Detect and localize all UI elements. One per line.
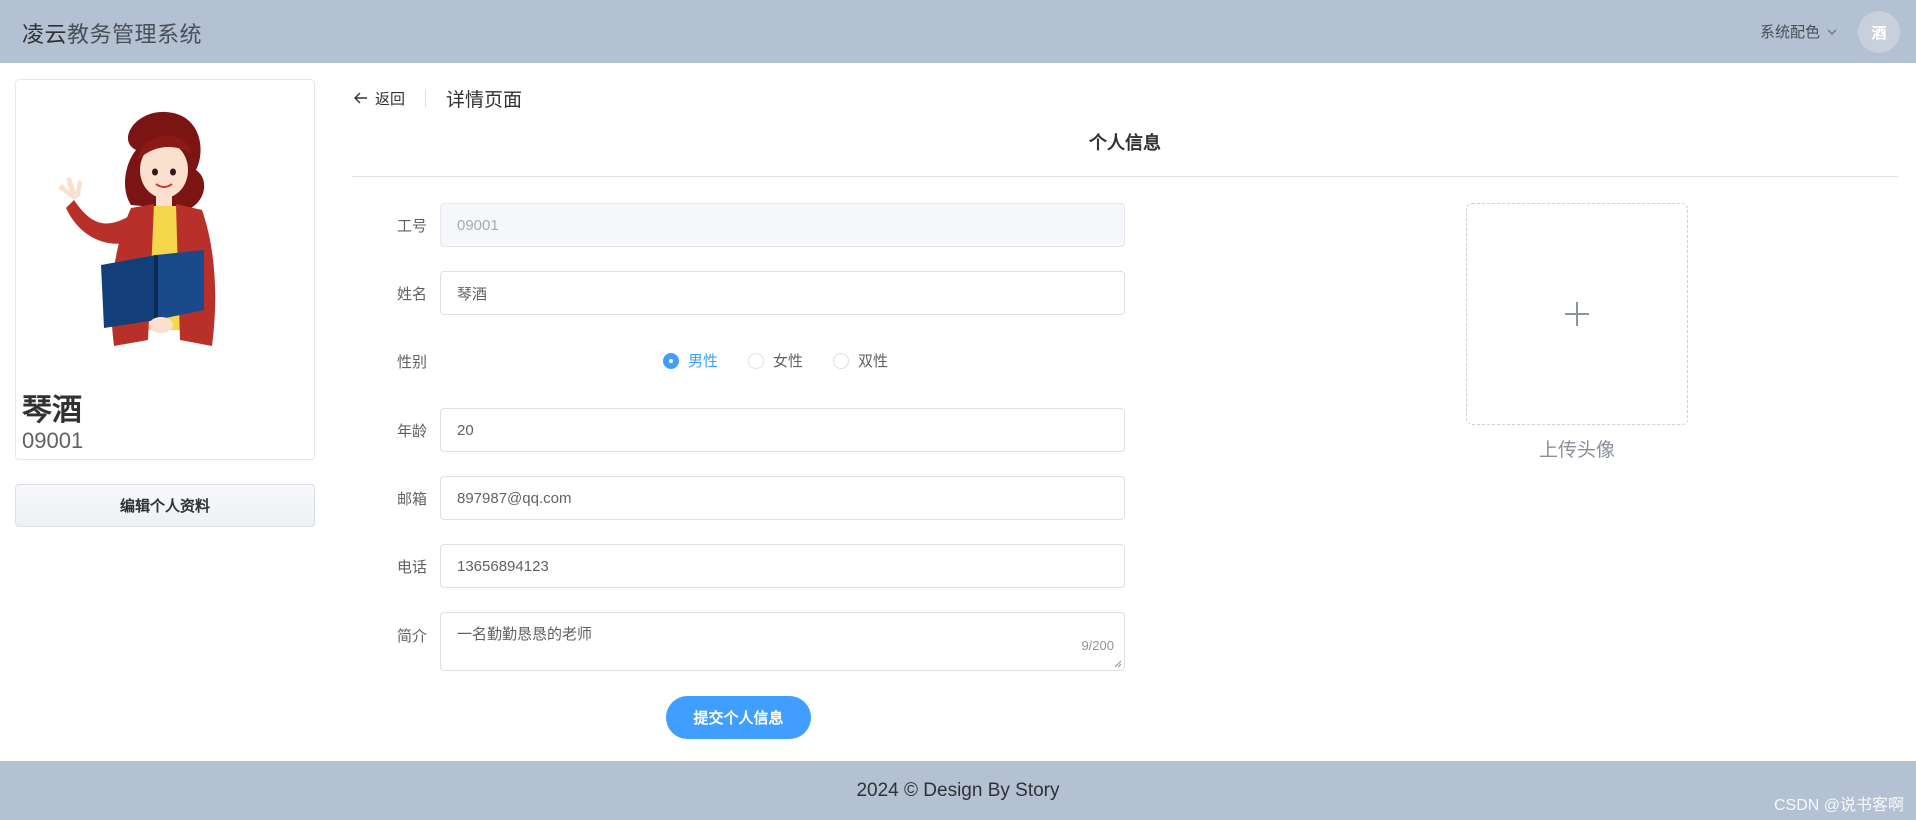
logo-rest: 教务管理系统: [67, 22, 203, 47]
theme-menu-label: 系统配色: [1759, 24, 1820, 41]
radio-dot: [748, 352, 765, 369]
phone-input[interactable]: 13656894123: [440, 544, 1125, 588]
header-divider: [425, 89, 427, 107]
bio-text: 一名勤勤恳恳的老师: [457, 626, 593, 643]
chevron-down-icon: [1827, 29, 1837, 35]
work-id-label: 工号: [396, 218, 427, 235]
arrow-left-icon: [354, 92, 367, 104]
bio-label: 简介: [396, 628, 427, 645]
footer-text: 2024 © Design By Story: [856, 779, 1060, 801]
age-label: 年龄: [396, 423, 427, 440]
resize-handle-icon[interactable]: [1114, 660, 1122, 668]
bio-textarea[interactable]: 一名勤勤恳恳的老师 9/200: [440, 612, 1125, 671]
work-id-input[interactable]: 09001: [440, 203, 1125, 247]
name-label: 姓名: [396, 286, 427, 303]
age-input[interactable]: 20: [440, 408, 1125, 452]
gender-option-label: 女性: [773, 353, 804, 370]
gender-option-label: 男性: [688, 353, 719, 370]
gender-radio-male[interactable]: 男性: [663, 350, 718, 371]
back-label: 返回: [375, 90, 406, 108]
gender-label: 性别: [396, 354, 427, 371]
back-button[interactable]: 返回: [353, 88, 405, 109]
name-input[interactable]: 琴酒: [440, 271, 1125, 315]
profile-id: 09001: [22, 428, 84, 453]
csdn-watermark: CSDN @说书客啊: [1773, 797, 1904, 814]
gender-radio-both[interactable]: 双性: [833, 350, 888, 371]
edit-profile-button[interactable]: 编辑个人资料: [15, 484, 315, 527]
section-title: 个人信息: [1089, 133, 1161, 153]
theme-color-dropdown[interactable]: 系统配色: [1760, 21, 1838, 42]
logo-prefix: 凌云: [22, 22, 68, 47]
gender-option-label: 双性: [858, 353, 889, 370]
radio-dot: [663, 352, 679, 369]
avatar-uploader[interactable]: [1466, 203, 1688, 425]
email-label: 邮箱: [396, 491, 427, 508]
submit-profile-button[interactable]: 提交个人信息: [666, 696, 811, 739]
footer: 2024 © Design By Story: [0, 761, 1916, 820]
user-avatar[interactable]: 酒: [1858, 11, 1900, 53]
teacher-illustration: [58, 111, 216, 346]
char-counter: 9/200: [1081, 638, 1114, 653]
section-divider: [352, 176, 1898, 177]
phone-label: 电话: [396, 559, 427, 576]
profile-name: 琴酒: [22, 394, 82, 427]
page-title: 详情页面: [446, 89, 523, 111]
email-input[interactable]: 897987@qq.com: [440, 476, 1125, 520]
plus-icon: [1565, 302, 1589, 326]
profile-card: 琴酒 09001: [15, 79, 315, 460]
gender-radio-group: 男性 女性 双性: [663, 350, 888, 371]
page-header: 返回 详情页面: [353, 86, 523, 111]
upload-avatar-label: 上传头像: [1538, 440, 1615, 461]
gender-radio-female[interactable]: 女性: [748, 350, 803, 371]
top-header: 凌云教务管理系统 系统配色 酒: [0, 0, 1916, 63]
app-logo[interactable]: 凌云教务管理系统: [22, 17, 202, 49]
radio-dot: [833, 352, 850, 369]
